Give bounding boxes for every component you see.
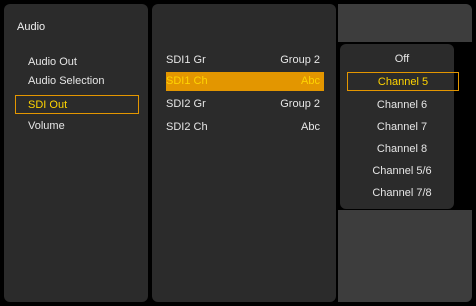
- row-key: SDI2 Gr: [166, 98, 206, 110]
- row-sdi1-gr[interactable]: SDI1 Gr Group 2: [166, 51, 324, 70]
- channel-dropdown: Off Channel 5 Channel 6 Channel 7 Channe…: [340, 44, 459, 209]
- row-value: Abc: [301, 75, 320, 87]
- menu-item-audio-selection[interactable]: Audio Selection: [28, 75, 104, 87]
- dropdown-option-channel-6[interactable]: Channel 6: [346, 96, 458, 115]
- row-key: SDI1 Ch: [166, 75, 208, 87]
- menu-item-audio-out[interactable]: Audio Out: [28, 56, 77, 68]
- menu-item-sdi-out[interactable]: SDI Out: [15, 95, 139, 114]
- left-panel: [4, 4, 148, 302]
- dropdown-option-channel-7-8[interactable]: Channel 7/8: [346, 184, 458, 203]
- row-value: Group 2: [280, 54, 320, 66]
- dropdown-option-off[interactable]: Off: [346, 50, 458, 69]
- dropdown-option-channel-5-6[interactable]: Channel 5/6: [346, 162, 458, 181]
- middle-panel: [152, 4, 336, 302]
- row-value: Group 2: [280, 98, 320, 110]
- right-panel-bottom: [338, 210, 472, 302]
- page-title: Audio: [17, 21, 46, 33]
- dropdown-option-channel-7[interactable]: Channel 7: [346, 118, 458, 137]
- dropdown-option-channel-8[interactable]: Channel 8: [346, 140, 458, 159]
- row-sdi2-gr[interactable]: SDI2 Gr Group 2: [166, 95, 324, 114]
- dropdown-option-channel-5[interactable]: Channel 5: [347, 72, 459, 91]
- row-sdi1-ch[interactable]: SDI1 Ch Abc: [166, 72, 324, 91]
- row-key: SDI2 Ch: [166, 121, 208, 133]
- row-sdi2-ch[interactable]: SDI2 Ch Abc: [166, 118, 324, 137]
- right-panel-top: [338, 4, 472, 42]
- row-value: Abc: [301, 121, 320, 133]
- menu-item-volume[interactable]: Volume: [28, 120, 65, 132]
- row-key: SDI1 Gr: [166, 54, 206, 66]
